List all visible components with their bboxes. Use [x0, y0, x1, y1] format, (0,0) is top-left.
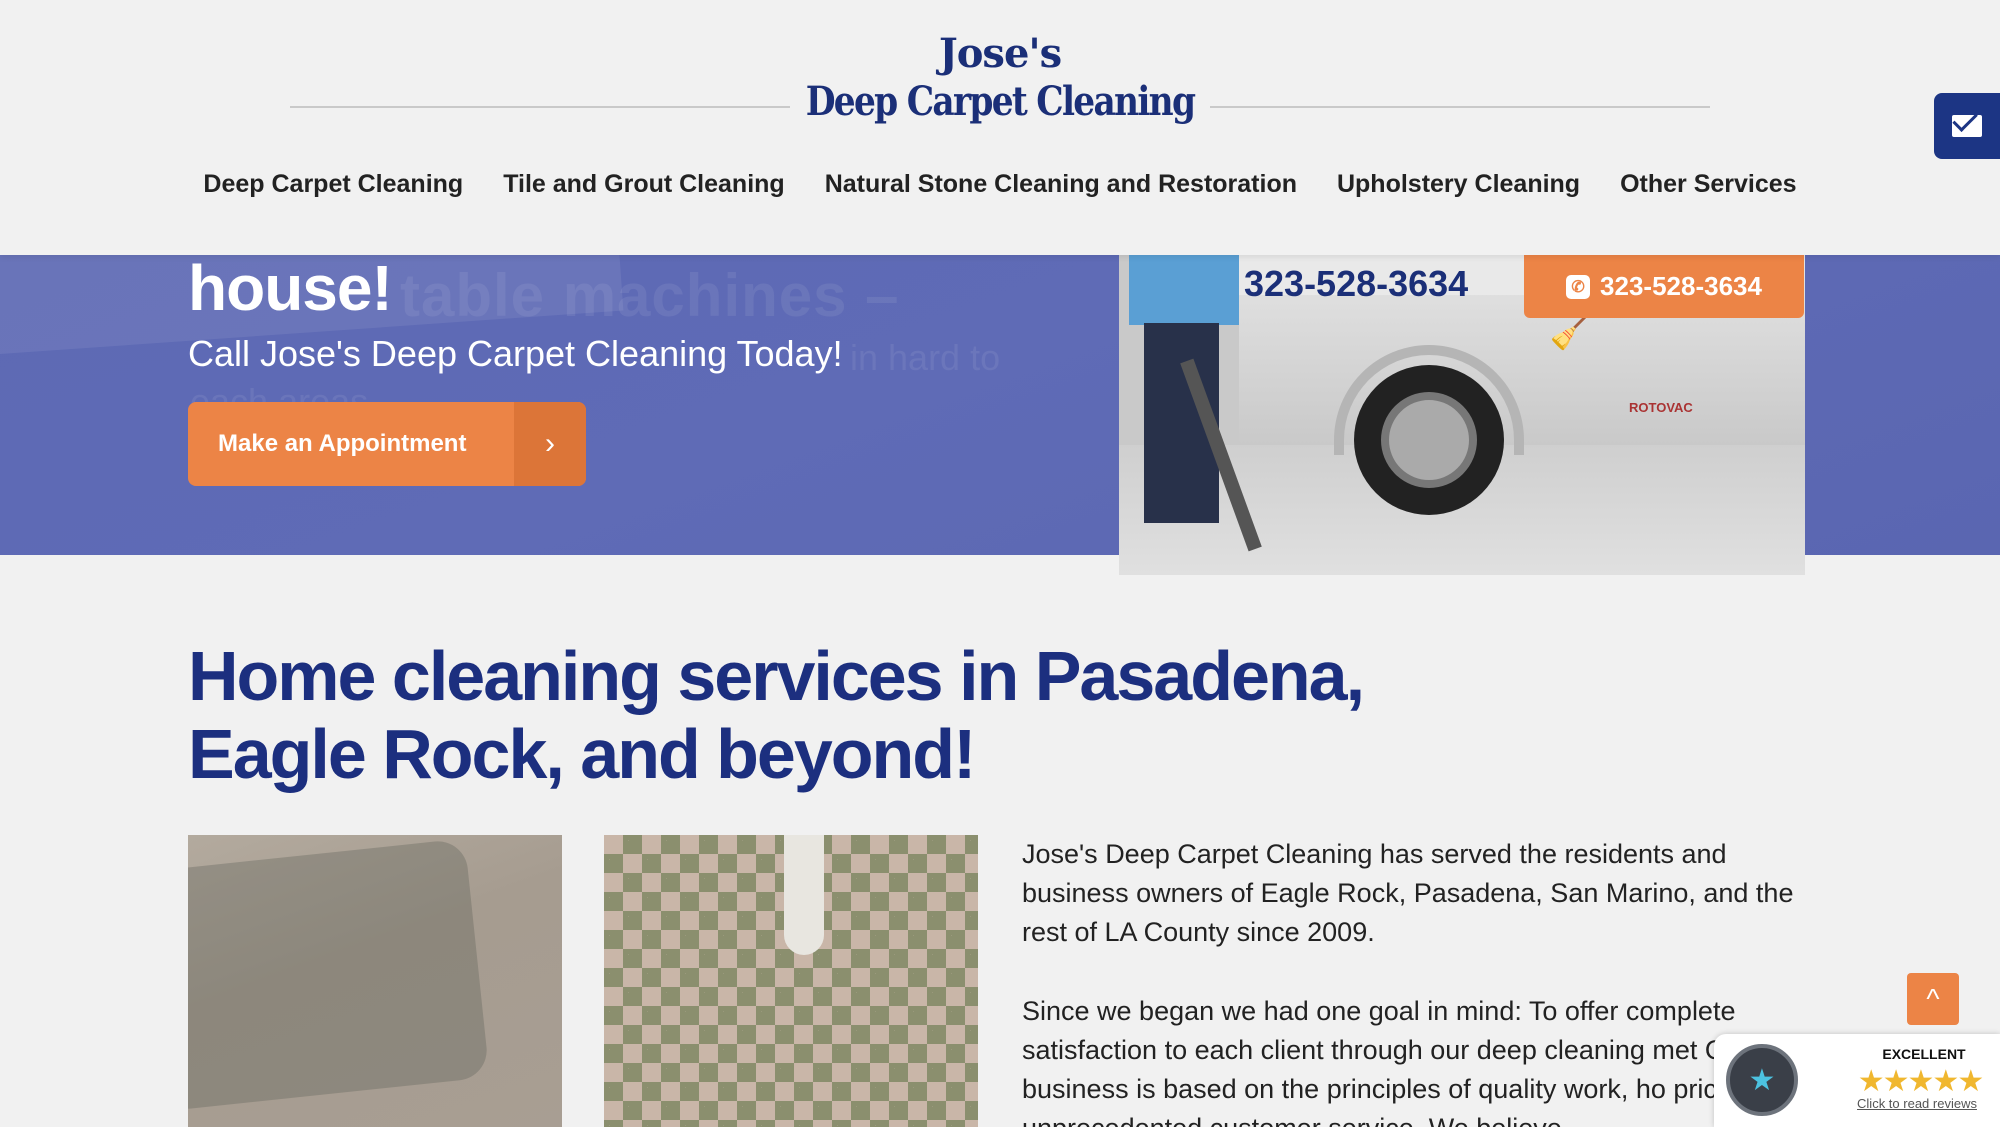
- envelope-icon: [1952, 115, 1982, 137]
- reviews-widget[interactable]: ★ EXCELLENT ★★★★★ Click to read reviews: [1714, 1034, 2000, 1127]
- van-brand-text: ROTOVAC: [1629, 400, 1693, 415]
- van-hub: [1381, 392, 1477, 488]
- hero-ghost-text: table machines –: [400, 262, 900, 329]
- chevron-right-icon: ›: [514, 402, 586, 486]
- hero-ghost-text-2: in hard to: [850, 337, 1001, 378]
- nav-upholstery-cleaning[interactable]: Upholstery Cleaning: [1337, 170, 1580, 199]
- nav-tile-grout-cleaning[interactable]: Tile and Grout Cleaning: [503, 170, 785, 199]
- carpet-photo: [188, 835, 562, 1127]
- nav-natural-stone[interactable]: Natural Stone Cleaning and Restoration: [825, 170, 1297, 199]
- site-logo-line2[interactable]: Deep Carpet Cleaning: [140, 78, 1860, 125]
- page-heading-line2: Eagle Rock, and beyond!: [188, 715, 976, 793]
- carpet-clean-area: [188, 838, 490, 1112]
- hero-title: house!: [188, 255, 393, 324]
- make-appointment-label: Make an Appointment: [218, 430, 467, 457]
- reviews-stars: ★★★★★: [1857, 1065, 1984, 1098]
- main-nav: Deep Carpet Cleaning Tile and Grout Clea…: [0, 170, 2000, 199]
- phone-call-button[interactable]: ✆ 323-528-3634: [1524, 255, 1804, 318]
- email-contact-button[interactable]: [1934, 93, 2000, 159]
- tile-photo: [604, 835, 978, 1127]
- make-appointment-button[interactable]: Make an Appointment ›: [188, 402, 586, 486]
- nav-deep-carpet-cleaning[interactable]: Deep Carpet Cleaning: [203, 170, 463, 199]
- worker-shirt: [1129, 245, 1239, 325]
- star-seal-icon: ★: [1726, 1044, 1798, 1116]
- site-logo-line1[interactable]: Jose's: [0, 30, 2000, 77]
- page-heading-line1: Home cleaning services in Pasadena,: [188, 637, 1365, 715]
- page-heading: Home cleaning services in Pasadena, Eagl…: [188, 637, 1488, 793]
- mission-paragraph: Since we began we had one goal in mind: …: [1022, 996, 1813, 1127]
- nav-other-services[interactable]: Other Services: [1620, 170, 1797, 199]
- site-header: Jose's Deep Carpet Cleaning Deep Carpet …: [0, 0, 2000, 255]
- toilet-base: [784, 835, 824, 955]
- intro-paragraph: Jose's Deep Carpet Cleaning has served t…: [1022, 839, 1794, 947]
- phone-number: 323-528-3634: [1600, 271, 1762, 301]
- phone-icon: ✆: [1566, 274, 1591, 299]
- hero-subtitle: Call Jose's Deep Carpet Cleaning Today!: [188, 333, 843, 374]
- back-to-top-button[interactable]: ^: [1907, 973, 1959, 1025]
- van-phone-text: 323-528-3634: [1244, 263, 1469, 304]
- chevron-up-icon: ^: [1926, 983, 1940, 1014]
- reviews-link[interactable]: Click to read reviews: [1834, 1096, 2000, 1111]
- reviews-rating: EXCELLENT: [1882, 1046, 1966, 1062]
